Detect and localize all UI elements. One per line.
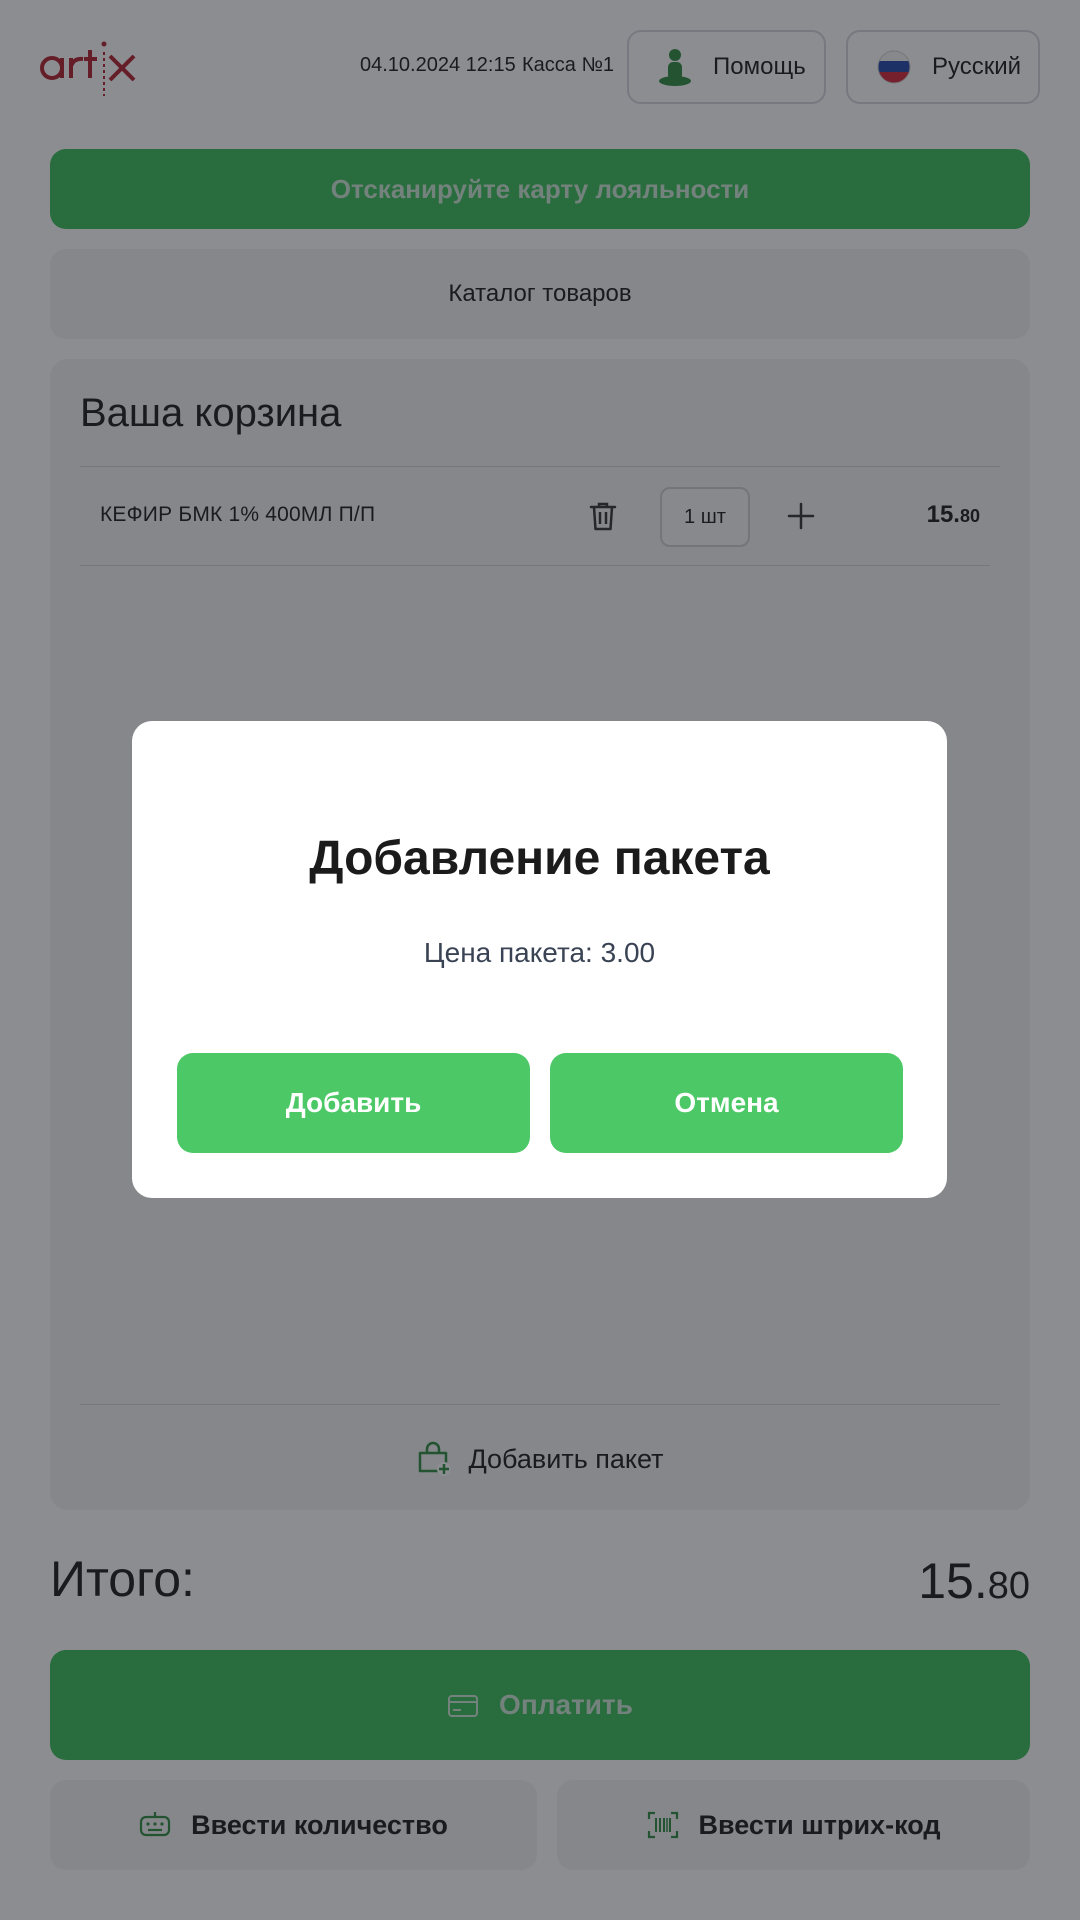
- dialog-add-button[interactable]: Добавить: [177, 1053, 530, 1153]
- add-bag-dialog: Добавление пакета Цена пакета: 3.00 Доба…: [132, 721, 947, 1198]
- dialog-title: Добавление пакета: [309, 832, 770, 885]
- self-checkout-screen: 04.10.2024 12:15 Касса №1 Помощь Ру: [0, 0, 1080, 1920]
- dialog-cancel-button[interactable]: Отмена: [550, 1053, 903, 1153]
- bag-price-text: Цена пакета: 3.00: [423, 937, 656, 968]
